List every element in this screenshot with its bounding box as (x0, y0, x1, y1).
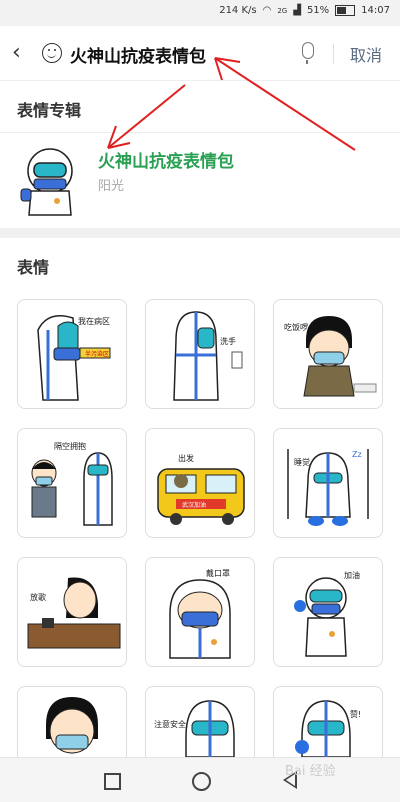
divider (333, 44, 334, 64)
battery-icon (335, 5, 356, 16)
sticker-tile[interactable]: 隔空拥抱 (17, 428, 127, 538)
sticker-caption: 戴口罩 (206, 568, 230, 578)
clock: 14:07 (361, 5, 390, 16)
sticker-image: 戴口罩 (169, 568, 231, 659)
cancel-button[interactable]: 取消 (350, 42, 382, 66)
album-item[interactable]: 火神山抗疫表情包 阳光 (0, 132, 400, 225)
wifi-icon: ◠ (262, 5, 272, 16)
svg-text:Zz: Zz (352, 450, 362, 459)
emoji-icon (42, 43, 62, 63)
section-gap (0, 228, 400, 238)
sticker-image: 吃饭啰 (284, 316, 377, 397)
sticker-tag: 半污染区 (85, 350, 109, 358)
microphone-icon[interactable] (302, 42, 314, 64)
album-name: 火神山抗疫表情包 (98, 152, 234, 172)
sticker-caption: 吃饭啰 (284, 322, 308, 332)
signal-label: 2G (277, 6, 288, 15)
sticker-tile[interactable]: 武汉加油 出发 (145, 428, 255, 538)
battery-percent: 51% (306, 5, 330, 16)
sticker-tile[interactable]: Zz 睡觉 (273, 428, 383, 538)
system-nav-bar (0, 757, 400, 802)
sticker-caption: 赞! (350, 709, 361, 719)
albums-section-title: 表情专辑 (17, 101, 82, 120)
sticker-tile[interactable]: 吃饭啰 (273, 299, 383, 409)
search-input[interactable]: 火神山抗疫表情包 (70, 42, 206, 67)
sticker-caption: 我在病区 (78, 316, 110, 326)
sticker-image: 半污染区 我在病区 (37, 315, 111, 401)
network-speed: 214 K/s (219, 5, 257, 16)
search-bar: ‹ 火神山抗疫表情包 取消 (0, 26, 400, 81)
sticker-image: 加油 (294, 570, 360, 657)
album-author: 阳光 (98, 179, 125, 194)
sticker-caption: 注意安全 (154, 719, 186, 729)
sticker-image: 隔空拥抱 (31, 441, 113, 526)
sticker-caption: 放歌 (30, 592, 46, 602)
sticker-image: 武汉加油 出发 (157, 453, 245, 525)
stickers-section-title: 表情 (17, 258, 50, 277)
sticker-tile[interactable]: 戴口罩 (145, 557, 255, 667)
sticker-image: 放歌 (27, 577, 121, 649)
status-bar: 214 K/s ◠ 2G ▟ 51% 14:07 (0, 0, 400, 26)
sticker-image: Zz 睡觉 (287, 449, 369, 526)
sticker-tile[interactable]: 加油 (273, 557, 383, 667)
back-icon[interactable]: ‹ (12, 40, 21, 65)
sticker-tile[interactable]: 半污染区 我在病区 (17, 299, 127, 409)
sticker-caption: 出发 (178, 453, 194, 463)
album-thumbnail (20, 148, 73, 216)
recent-apps-icon[interactable] (104, 773, 121, 790)
home-icon[interactable] (192, 772, 211, 791)
watermark: Bai 经验 (285, 764, 336, 779)
sticker-caption: 睡觉 (294, 457, 310, 467)
signal-icon: ▟ (293, 5, 301, 16)
sticker-caption: 加油 (344, 570, 360, 580)
sticker-tile[interactable]: 洗手 (145, 299, 255, 409)
sticker-tile[interactable]: 放歌 (17, 557, 127, 667)
sticker-tag: 武汉加油 (182, 501, 206, 509)
sticker-caption: 洗手 (220, 336, 236, 346)
sticker-image: 洗手 (173, 311, 243, 401)
sticker-caption: 隔空拥抱 (54, 441, 86, 451)
